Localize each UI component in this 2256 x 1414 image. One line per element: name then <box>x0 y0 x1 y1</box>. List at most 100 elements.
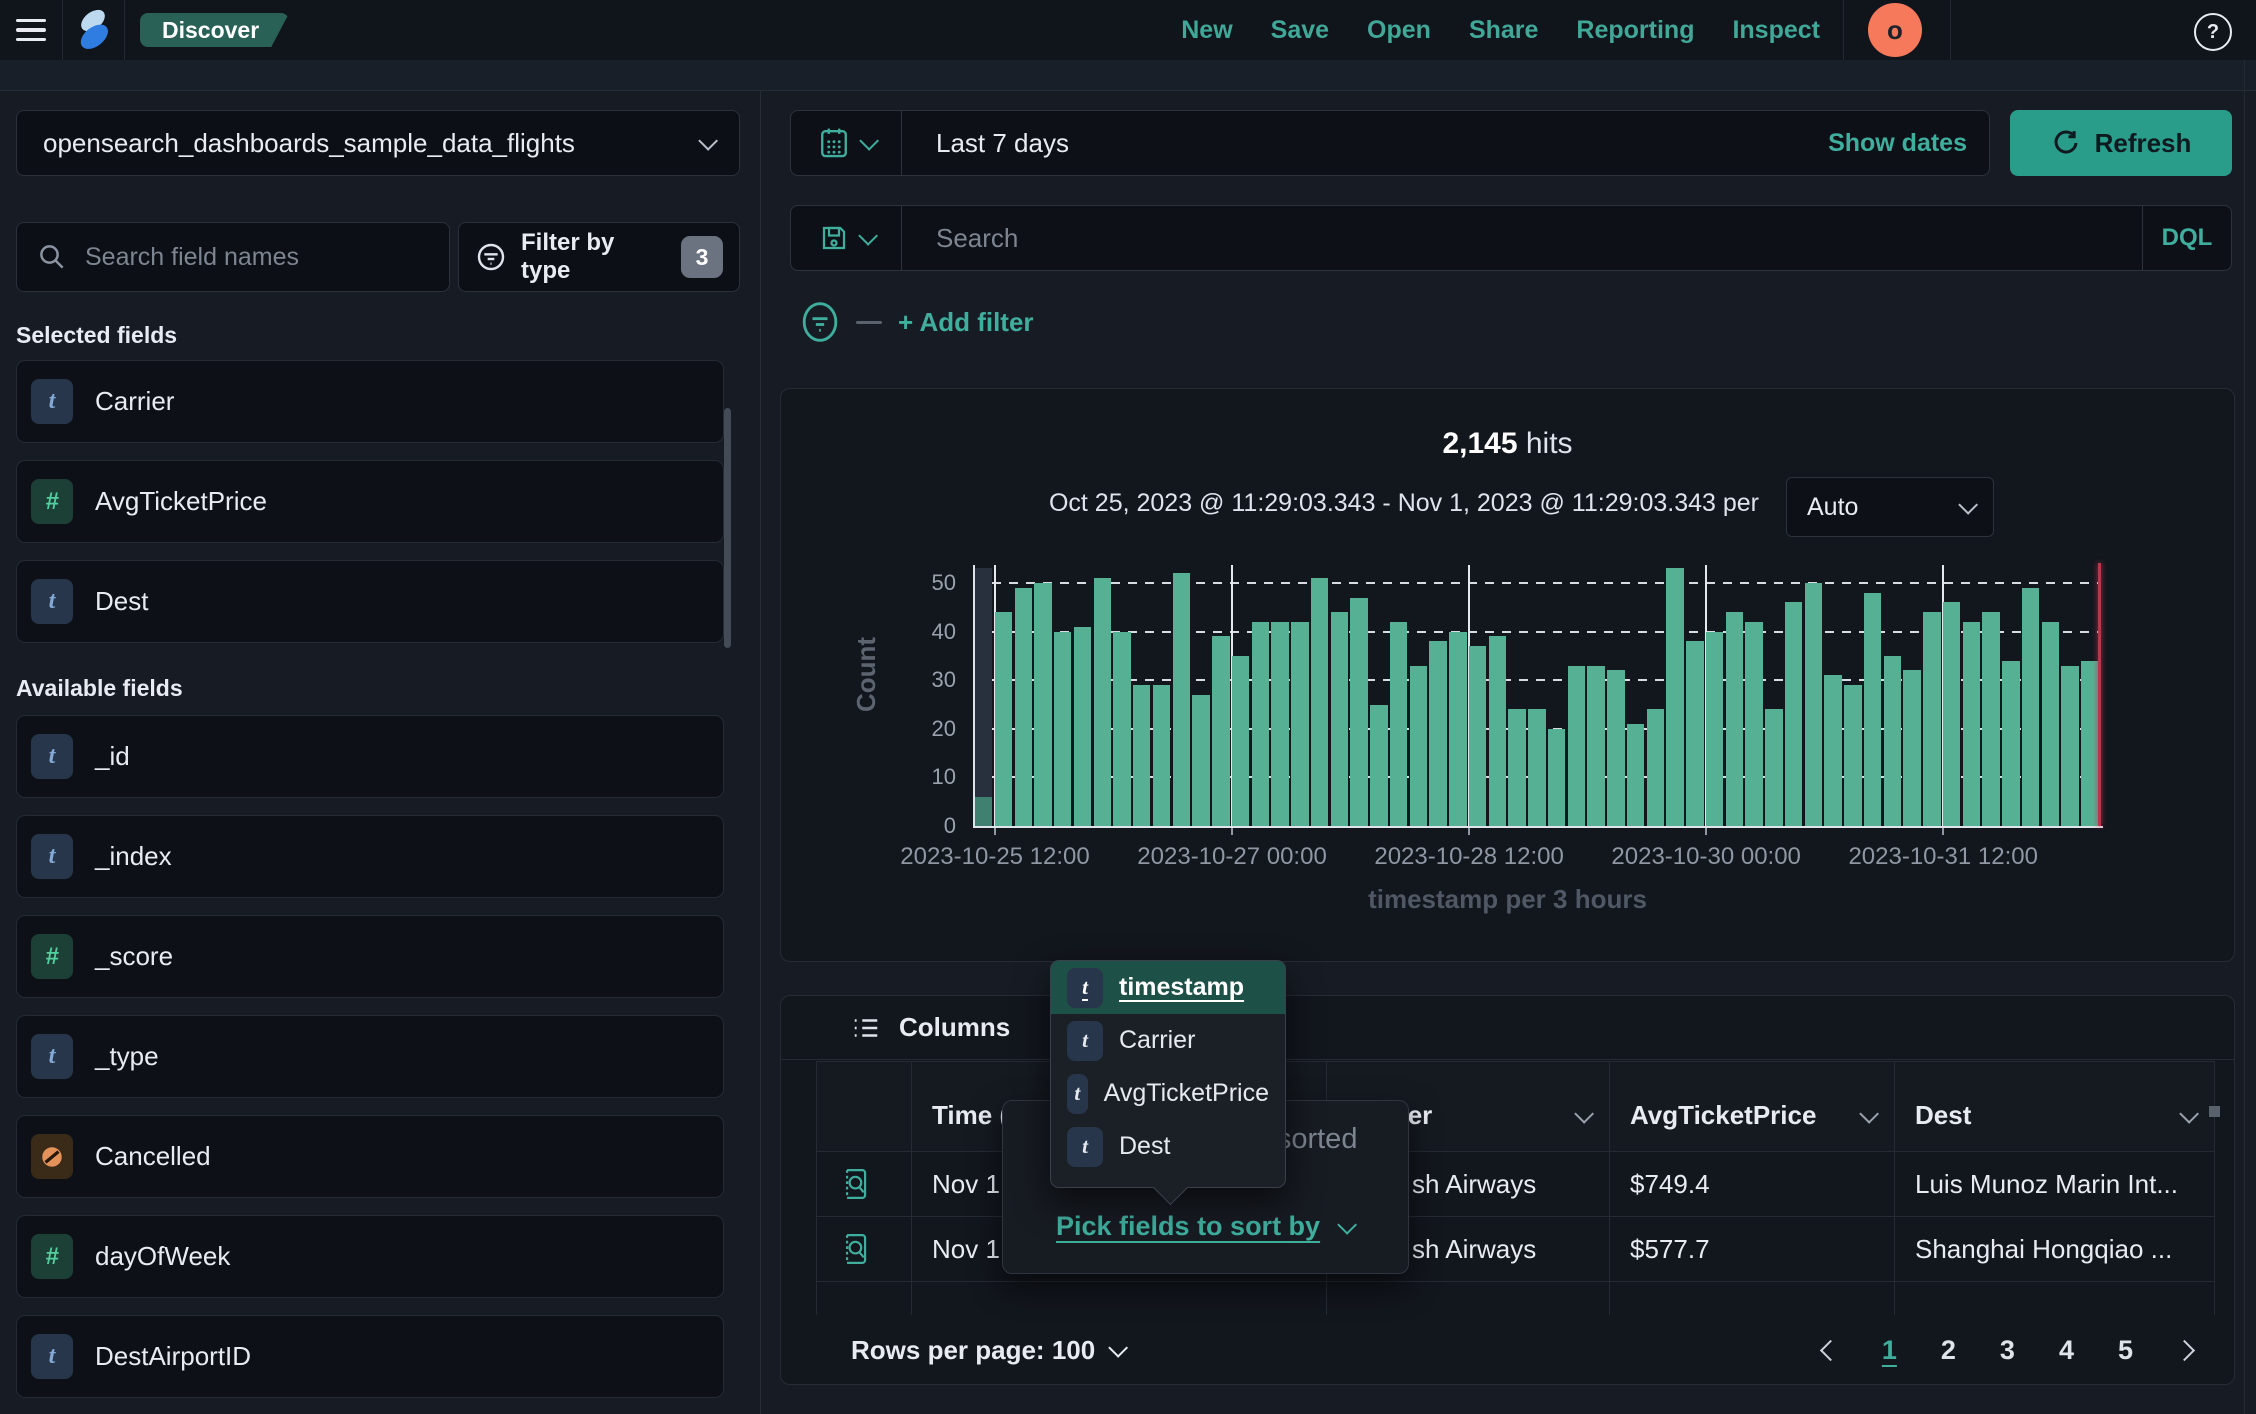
page-4[interactable]: 4 <box>2059 1335 2074 1366</box>
histogram-bar[interactable] <box>1271 622 1288 826</box>
histogram-bar[interactable] <box>1923 612 1940 826</box>
histogram-bar[interactable] <box>1449 632 1466 826</box>
saved-query-menu-button[interactable] <box>791 206 902 270</box>
field-item-_score[interactable]: #_score <box>16 915 724 998</box>
table-header-dest[interactable]: Dest <box>1895 1062 2214 1152</box>
calendar-menu-button[interactable] <box>791 111 902 175</box>
histogram-bar[interactable] <box>1548 729 1565 826</box>
histogram-bar[interactable] <box>1528 709 1545 826</box>
histogram-bar[interactable] <box>1647 709 1664 826</box>
histogram-bar[interactable] <box>1232 656 1249 826</box>
histogram-bar[interactable] <box>1074 627 1091 826</box>
page-1[interactable]: 1 <box>1882 1335 1897 1366</box>
histogram-bar[interactable] <box>1568 666 1585 826</box>
histogram-bar[interactable] <box>1508 709 1525 826</box>
histogram-bar[interactable] <box>1824 675 1841 826</box>
field-item-DestAirportID[interactable]: tDestAirportID <box>16 1315 724 1398</box>
page-2[interactable]: 2 <box>1941 1335 1956 1366</box>
field-item-Carrier[interactable]: tCarrier <box>16 360 724 443</box>
sort-field-option-AvgTicketPrice[interactable]: tAvgTicketPrice <box>1051 1067 1285 1120</box>
histogram-bar[interactable] <box>1943 602 1960 826</box>
histogram-bar[interactable] <box>1785 602 1802 826</box>
histogram-bar[interactable] <box>1350 598 1367 826</box>
help-icon[interactable]: ? <box>2194 13 2232 51</box>
next-page-icon[interactable] <box>2174 1339 2195 1360</box>
interval-select[interactable]: Auto <box>1786 477 1994 537</box>
show-dates-button[interactable]: Show dates <box>1828 129 1989 158</box>
table-scrollbar-thumb[interactable] <box>2209 1106 2220 1117</box>
expand-row-button[interactable] <box>817 1152 912 1217</box>
field-item-_type[interactable]: t_type <box>16 1015 724 1098</box>
histogram-bar[interactable] <box>1706 632 1723 826</box>
field-item-Cancelled[interactable]: Cancelled <box>16 1115 724 1198</box>
previous-page-icon[interactable] <box>1820 1339 1841 1360</box>
histogram-bar[interactable] <box>1686 641 1703 826</box>
sort-field-option-timestamp[interactable]: ttimestamp <box>1051 961 1285 1014</box>
histogram-bar[interactable] <box>975 797 992 826</box>
query-language-button[interactable]: DQL <box>2142 206 2231 270</box>
histogram-bar[interactable] <box>2022 588 2039 826</box>
histogram-bar[interactable] <box>1489 636 1506 826</box>
field-search-box[interactable] <box>16 222 450 292</box>
histogram-bar[interactable] <box>1805 583 1822 826</box>
histogram-bar[interactable] <box>1094 578 1111 826</box>
rows-per-page-button[interactable]: Rows per page: 100 <box>851 1335 1123 1366</box>
nav-link-open[interactable]: Open <box>1367 16 1431 45</box>
pick-fields-to-sort-button[interactable]: Pick fields to sort by <box>1056 1211 1352 1242</box>
histogram-bar[interactable] <box>1410 666 1427 826</box>
histogram-plot[interactable]: 2023-10-25 12:002023-10-27 00:002023-10-… <box>975 561 2101 826</box>
nav-link-new[interactable]: New <box>1181 16 1232 45</box>
histogram-bar[interactable] <box>1982 612 1999 826</box>
histogram-bar[interactable] <box>1864 593 1881 826</box>
histogram-bar[interactable] <box>2081 661 2098 826</box>
field-item-_index[interactable]: t_index <box>16 815 724 898</box>
field-item-AvgTicketPrice[interactable]: #AvgTicketPrice <box>16 460 724 543</box>
histogram-bar[interactable] <box>1173 573 1190 826</box>
histogram-bar[interactable] <box>1153 685 1170 826</box>
histogram-bar[interactable] <box>1192 695 1209 826</box>
histogram-bar[interactable] <box>1844 685 1861 826</box>
field-search-input[interactable] <box>83 242 387 273</box>
histogram-bar[interactable] <box>2042 622 2059 826</box>
field-item-dayOfWeek[interactable]: #dayOfWeek <box>16 1215 724 1298</box>
histogram-bar[interactable] <box>1291 622 1308 826</box>
histogram-bar[interactable] <box>2002 661 2019 826</box>
page-3[interactable]: 3 <box>2000 1335 2015 1366</box>
histogram-bar[interactable] <box>1370 705 1387 827</box>
filter-by-type-button[interactable]: Filter by type 3 <box>458 222 740 292</box>
histogram-bar[interactable] <box>1607 670 1624 826</box>
nav-link-save[interactable]: Save <box>1271 16 1329 45</box>
chevron-down-icon[interactable] <box>1859 1104 1879 1124</box>
histogram-bar[interactable] <box>1331 612 1348 826</box>
histogram-bar[interactable] <box>1133 685 1150 826</box>
field-item-_id[interactable]: t_id <box>16 715 724 798</box>
histogram-bar[interactable] <box>995 612 1012 826</box>
columns-button[interactable]: Columns <box>899 1012 1010 1043</box>
histogram-bar[interactable] <box>1627 724 1644 826</box>
histogram-bar[interactable] <box>1666 568 1683 826</box>
page-5[interactable]: 5 <box>2118 1335 2133 1366</box>
sidebar-scrollbar[interactable] <box>724 408 731 648</box>
histogram-bar[interactable] <box>1390 622 1407 826</box>
opensearch-logo-icon[interactable] <box>70 7 116 53</box>
histogram-bar[interactable] <box>1745 622 1762 826</box>
nav-link-reporting[interactable]: Reporting <box>1576 16 1694 45</box>
histogram-bar[interactable] <box>1963 622 1980 826</box>
expand-row-button[interactable] <box>817 1217 912 1282</box>
table-header-avgticketprice[interactable]: AvgTicketPrice <box>1610 1062 1895 1152</box>
sort-field-option-Carrier[interactable]: tCarrier <box>1051 1014 1285 1067</box>
histogram-bar[interactable] <box>2061 666 2078 826</box>
histogram-bar[interactable] <box>1252 622 1269 826</box>
histogram-bar[interactable] <box>1034 583 1051 826</box>
field-item-Dest[interactable]: tDest <box>16 560 724 643</box>
histogram-bar[interactable] <box>1212 636 1229 826</box>
chevron-down-icon[interactable] <box>2179 1104 2199 1124</box>
refresh-button[interactable]: Refresh <box>2010 110 2232 176</box>
chevron-down-icon[interactable] <box>1574 1104 1594 1124</box>
time-range-value[interactable]: Last 7 days <box>902 128 1069 159</box>
filter-circle-icon[interactable] <box>800 300 840 344</box>
histogram-bar[interactable] <box>1054 632 1071 826</box>
histogram-bar[interactable] <box>1429 641 1446 826</box>
menu-icon[interactable] <box>16 19 46 42</box>
histogram-bar[interactable] <box>1469 646 1486 826</box>
